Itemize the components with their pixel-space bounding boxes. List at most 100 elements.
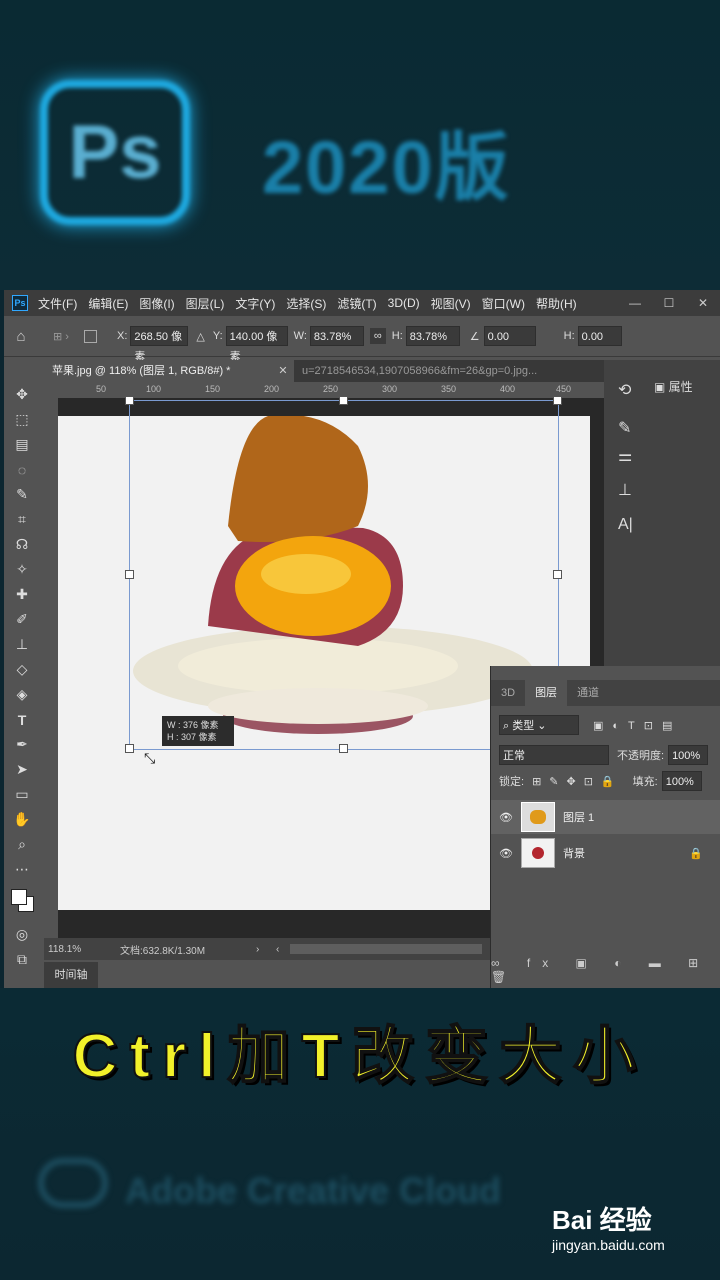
move-tool-icon[interactable]: ✥ — [4, 382, 40, 407]
tooltip-height: H : 307 像素 — [167, 732, 217, 742]
magic-wand-icon[interactable]: ✧ — [4, 557, 40, 582]
tab-3d[interactable]: 3D — [491, 680, 525, 706]
timeline-tab[interactable]: 时间轴 — [44, 962, 98, 988]
visibility-eye-icon[interactable]: 👁 — [491, 811, 521, 824]
adjustments-icon[interactable]: ⚌ — [618, 446, 632, 466]
eyedropper-tool-icon[interactable]: ✎ — [4, 482, 40, 507]
filter-icons[interactable]: ▣◐T⊡▤ — [593, 719, 681, 732]
reference-point-icon[interactable]: ⊞ › — [38, 330, 84, 343]
hskew-field[interactable]: 0.00 — [577, 326, 622, 346]
minimize-button[interactable]: — — [618, 296, 652, 310]
maximize-button[interactable]: ☐ — [652, 296, 686, 310]
w-field[interactable]: 83.78% — [309, 326, 364, 346]
more-tools-icon[interactable]: ⋯ — [4, 857, 40, 882]
layers-panel-tabs: 3D 图层 通道 — [491, 680, 720, 706]
link-icon[interactable]: ∞ — [369, 328, 386, 344]
horizontal-scrollbar[interactable] — [290, 944, 482, 954]
foreground-color-swatch[interactable] — [11, 889, 27, 905]
stamp-tool-icon[interactable]: ⊥ — [4, 632, 40, 657]
pen-tool-icon[interactable]: ✒ — [4, 732, 40, 757]
clone-source-icon[interactable]: ⊥ — [618, 480, 632, 500]
quick-select-icon[interactable]: ☊ — [4, 532, 40, 557]
layer-row[interactable]: 👁 背景 🔒 — [491, 836, 720, 870]
transform-handle[interactable] — [125, 744, 134, 753]
layer-name[interactable]: 图层 1 — [563, 809, 594, 825]
screen-mode-icon[interactable]: ⧉ — [4, 947, 40, 972]
baidu-url: jingyan.baidu.com — [552, 1237, 665, 1253]
menu-edit[interactable]: 编辑(E) — [88, 295, 128, 312]
zoom-level[interactable]: 118.1% — [44, 944, 120, 955]
h-field[interactable]: 83.78% — [405, 326, 460, 346]
blend-mode-dropdown[interactable]: 正常 — [499, 745, 609, 765]
menu-3d[interactable]: 3D(D) — [388, 296, 420, 310]
top-banner: Ps 2020版 — [0, 0, 720, 290]
transform-handle[interactable] — [125, 396, 134, 405]
color-swatches-icon[interactable] — [4, 882, 40, 922]
properties-tab[interactable]: ▣ 属性 — [654, 378, 693, 395]
crop-tool-icon[interactable]: ⌗ — [4, 507, 40, 532]
ruler-tick: 50 — [96, 384, 107, 394]
history-icon[interactable]: ⟲ — [618, 380, 631, 400]
visibility-eye-icon[interactable]: 👁 — [491, 847, 521, 860]
x-field[interactable]: 268.50 像素 — [130, 326, 189, 363]
layer-actions-icons[interactable]: ∞ fx ▣ ◐ ▬ ⊞ 🗑 — [491, 956, 715, 984]
layer-thumbnail — [521, 838, 555, 868]
menu-view[interactable]: 视图(V) — [431, 295, 471, 312]
transform-handle[interactable] — [339, 744, 348, 753]
menu-image[interactable]: 图像(I) — [139, 295, 174, 312]
eraser-tool-icon[interactable]: ◇ — [4, 657, 40, 682]
path-select-icon[interactable]: ➤ — [4, 757, 40, 782]
home-icon[interactable]: ⌂ — [4, 328, 38, 345]
scroll-left-icon[interactable]: ‹ — [276, 944, 290, 955]
menu-select[interactable]: 选择(S) — [286, 295, 326, 312]
delta-icon[interactable]: △ — [196, 330, 204, 343]
vertical-ruler — [44, 398, 59, 938]
horizontal-ruler: 50 100 150 200 250 300 350 400 450 — [60, 382, 594, 399]
ruler-tick: 200 — [264, 384, 280, 394]
fill-label: 填充: — [632, 776, 658, 788]
menu-filter[interactable]: 滤镜(T) — [337, 295, 376, 312]
quick-mask-icon[interactable]: ◎ — [4, 922, 40, 947]
layer-row[interactable]: 👁 图层 1 — [491, 800, 720, 834]
brush-settings-icon[interactable]: ✎ — [618, 418, 631, 438]
transform-handle[interactable] — [553, 396, 562, 405]
menu-layer[interactable]: 图层(L) — [186, 295, 225, 312]
angle-field[interactable]: 0.00 — [483, 326, 536, 346]
tab-layers[interactable]: 图层 — [525, 680, 568, 706]
transform-handle[interactable] — [339, 396, 348, 405]
close-button[interactable]: ✕ — [686, 296, 720, 310]
lasso-tool-icon[interactable]: ◌ — [4, 457, 40, 482]
tab-close-icon[interactable]: ✕ — [272, 360, 294, 382]
transform-tooltip: W : 376 像素 H : 307 像素 — [162, 716, 234, 746]
marquee-tool-icon[interactable]: ⬚ — [4, 407, 40, 432]
tab-channels[interactable]: 通道 — [567, 680, 609, 706]
transform-handle[interactable] — [125, 570, 134, 579]
filter-type-label: 类型 — [512, 720, 535, 732]
character-icon[interactable]: A| — [618, 516, 633, 534]
lock-icons[interactable]: ⊞✎✥⊡🔒 — [532, 775, 623, 788]
gradient-tool-icon[interactable]: ▤ — [4, 432, 40, 457]
status-arrow-icon[interactable]: › — [256, 944, 276, 955]
reference-checkbox[interactable] — [84, 329, 97, 343]
tooltip-width: W : 376 像素 — [167, 720, 219, 730]
rectangle-tool-icon[interactable]: ▭ — [4, 782, 40, 807]
paint-bucket-icon[interactable]: ◈ — [4, 682, 40, 707]
layer-name[interactable]: 背景 — [563, 845, 585, 861]
brush-tool-icon[interactable]: ✐ — [4, 607, 40, 632]
opacity-field[interactable]: 100% — [668, 745, 709, 765]
fill-field[interactable]: 100% — [661, 771, 702, 791]
menu-file[interactable]: 文件(F) — [38, 295, 77, 312]
type-tool-icon[interactable]: T — [4, 707, 40, 732]
menu-type[interactable]: 文字(Y) — [235, 295, 275, 312]
menu-help[interactable]: 帮助(H) — [536, 295, 577, 312]
y-field[interactable]: 140.00 像素 — [225, 326, 288, 363]
menu-window[interactable]: 窗口(W) — [482, 295, 525, 312]
filter-type-dropdown[interactable]: ⌕ 类型 ⌄ — [499, 715, 579, 735]
zoom-tool-icon[interactable]: ⌕ — [4, 832, 40, 857]
tab-second-image[interactable]: u=2718546534,1907058966&fm=26&gp=0.jpg..… — [294, 360, 575, 382]
transform-handle[interactable] — [553, 570, 562, 579]
hand-tool-icon[interactable]: ✋ — [4, 807, 40, 832]
tab-apple-jpg[interactable]: 苹果.jpg @ 118% (图层 1, RGB/8#) * — [44, 360, 272, 382]
healing-brush-icon[interactable]: ✚ — [4, 582, 40, 607]
creative-cloud-text: Adobe Creative Cloud — [125, 1170, 502, 1211]
